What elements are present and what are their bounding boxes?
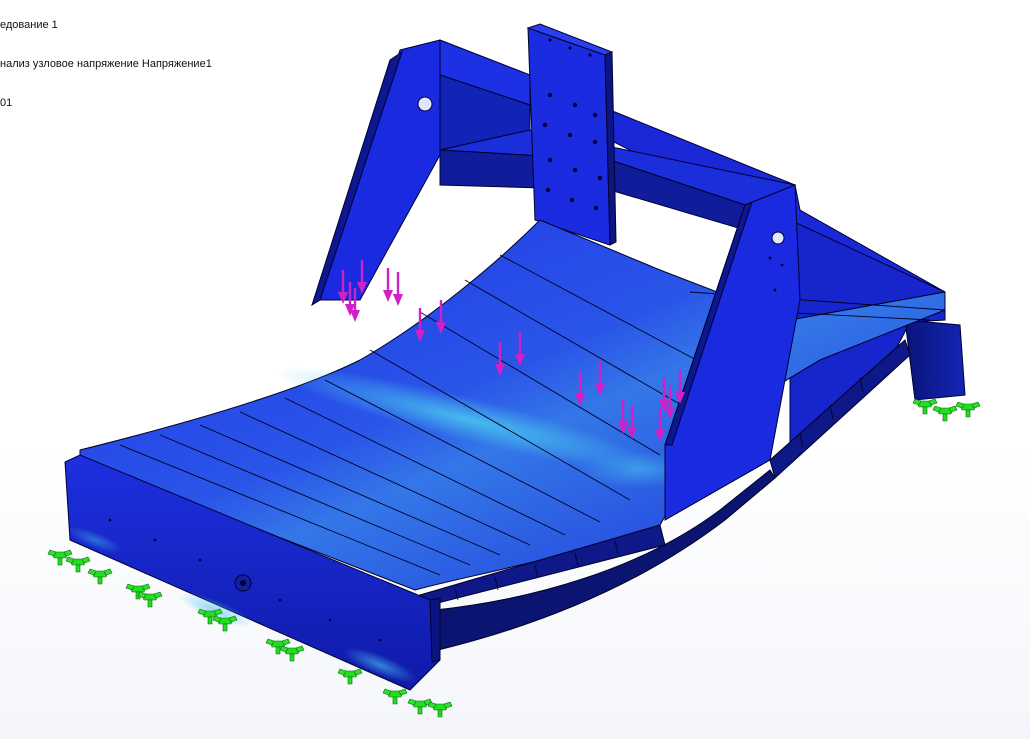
load-arrow-icon bbox=[381, 266, 395, 304]
fixture-icon bbox=[337, 668, 363, 685]
fixture-icon bbox=[407, 698, 433, 715]
graphics-viewport[interactable]: едование 1 нализ узловое напряжение Напр… bbox=[0, 0, 1030, 739]
load-arrow-icon bbox=[391, 270, 405, 308]
fixture-icon bbox=[65, 556, 91, 573]
fixture-icon bbox=[955, 401, 981, 418]
hole-icon bbox=[771, 231, 785, 245]
fixture-icon bbox=[382, 688, 408, 705]
fixture-icon bbox=[87, 568, 113, 585]
fixture-icon bbox=[279, 645, 305, 662]
caption-plot-name: нализ узловое напряжение Напряжение1 bbox=[0, 58, 212, 70]
hole-icon bbox=[417, 96, 433, 112]
center-mount-plate[interactable] bbox=[526, 23, 617, 246]
fixture-icon bbox=[137, 591, 163, 608]
caption-study-name: едование 1 bbox=[0, 19, 58, 31]
study-caption: едование 1 нализ узловое напряжение Напр… bbox=[0, 0, 212, 136]
fixture-icon bbox=[912, 398, 938, 415]
fixture-icon bbox=[427, 701, 453, 718]
fixture-icon bbox=[932, 405, 958, 422]
caption-scale: 01 bbox=[0, 97, 13, 109]
